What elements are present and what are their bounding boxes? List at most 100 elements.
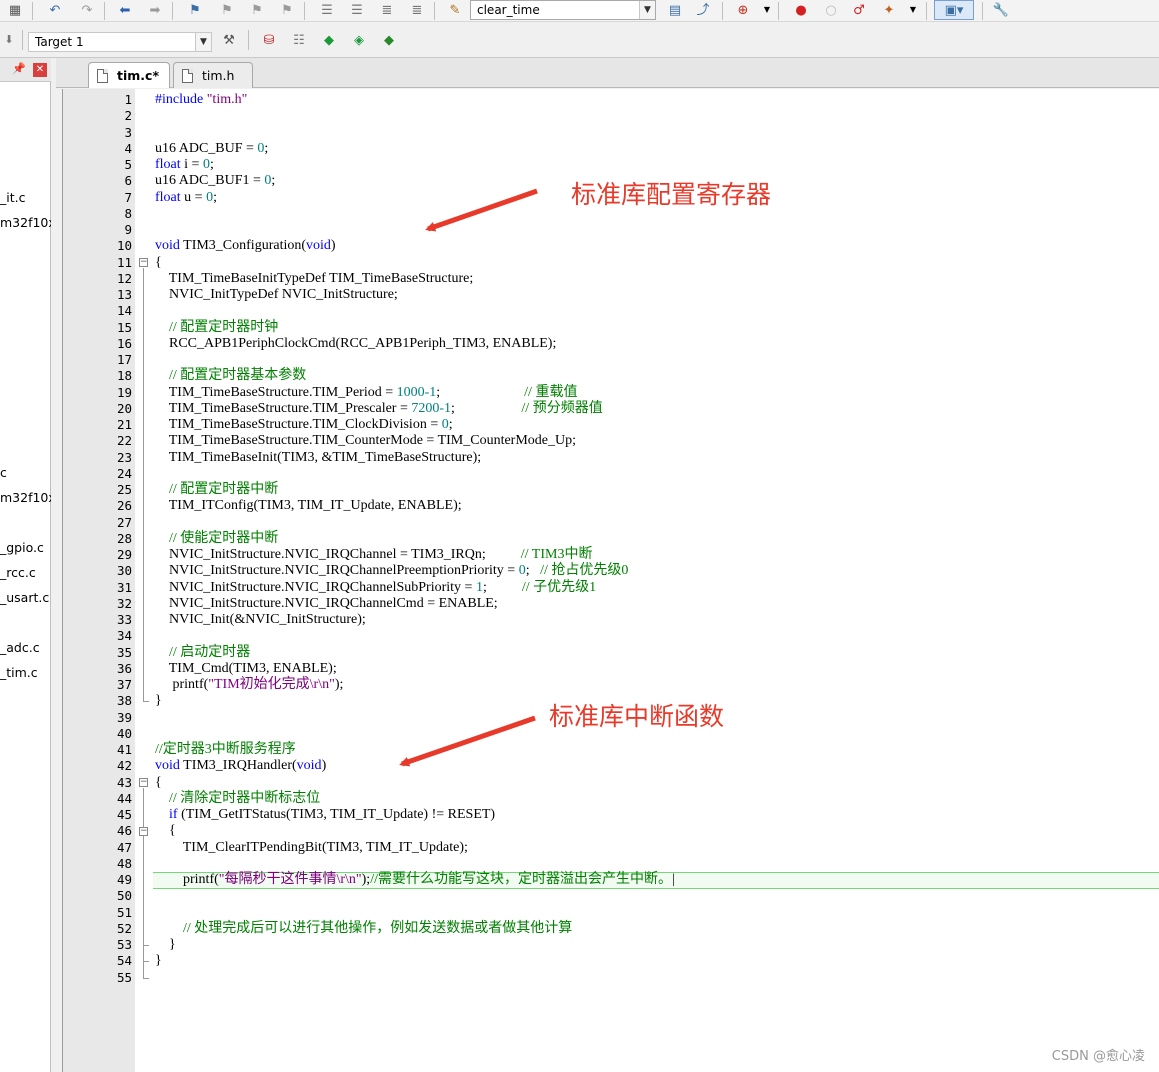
toolbar-separator xyxy=(32,2,33,20)
code-line[interactable]: // 启动定时器 xyxy=(155,645,250,661)
fold-margin: − − − xyxy=(135,89,153,1072)
code-line[interactable]: { xyxy=(155,823,176,839)
save-all-icon[interactable]: ▦ xyxy=(6,1,24,19)
code-line[interactable]: u16 ADC_BUF = 0; xyxy=(155,141,268,157)
project-file-item[interactable]: _adc.c xyxy=(0,640,51,655)
line-number: 34 xyxy=(116,628,132,644)
code-line[interactable]: } xyxy=(155,937,176,953)
fold-toggle-icon[interactable]: − xyxy=(139,258,148,267)
undo-icon[interactable]: ↶ xyxy=(46,1,64,19)
chevron-down-icon[interactable]: ▼ xyxy=(195,33,211,51)
debug-session-icon[interactable]: ⊕ xyxy=(734,1,752,19)
code-line[interactable]: if (TIM_GetITStatus(TIM3, TIM_IT_Update)… xyxy=(155,807,495,823)
code-line[interactable]: printf("每隔秒干这件事情\r\n");//需要什么功能写这块，定时器溢出… xyxy=(155,872,675,888)
project-file-item[interactable]: _usart.c xyxy=(0,590,51,605)
navigate-forward-icon[interactable]: ➡ xyxy=(146,1,164,19)
code-line[interactable]: //定时器3中断服务程序 xyxy=(155,742,296,758)
unindent-icon[interactable]: ☰ xyxy=(348,1,366,19)
navigate-back-icon[interactable]: ⬅ xyxy=(116,1,134,19)
project-file-item[interactable]: _rcc.c xyxy=(0,565,51,580)
code-line[interactable]: NVIC_InitStructure.NVIC_IRQChannelPreemp… xyxy=(155,563,628,579)
code-line[interactable]: TIM_ITConfig(TIM3, TIM_IT_Update, ENABLE… xyxy=(155,498,462,514)
code-line[interactable]: TIM_TimeBaseStructure.TIM_ClockDivision … xyxy=(155,417,453,433)
pack-installer-icon[interactable]: ◈ xyxy=(350,31,368,49)
code-line[interactable]: { xyxy=(155,255,162,271)
function-combo[interactable]: clear_time ▼ xyxy=(470,0,656,20)
code-line[interactable]: u16 ADC_BUF1 = 0; xyxy=(155,173,275,189)
disable-breakpoints-icon[interactable]: ♂ xyxy=(850,1,868,19)
close-icon[interactable]: ✕ xyxy=(33,63,47,77)
project-file-item[interactable]: m32f10x xyxy=(0,490,51,505)
next-bookmark-icon[interactable]: ⚑ xyxy=(248,1,266,19)
target-options-icon[interactable]: ⚒ xyxy=(220,31,238,49)
code-token: 1000-1 xyxy=(396,384,437,400)
insert-breakpoint-icon[interactable]: ● xyxy=(792,1,810,19)
project-file-item[interactable]: m32f10x xyxy=(0,215,51,230)
code-line[interactable]: RCC_APB1PeriphClockCmd(RCC_APB1Periph_TI… xyxy=(155,336,556,352)
previous-bookmark-icon[interactable]: ⚑ xyxy=(218,1,236,19)
configure-icon[interactable]: 🔧 xyxy=(992,1,1010,19)
code-line[interactable]: TIM_TimeBaseStructure.TIM_Period = 1000-… xyxy=(155,384,578,401)
code-line[interactable]: // 处理完成后可以进行其他操作，例如发送数据或者做其他计算 xyxy=(155,921,572,937)
pin-icon[interactable]: 📌 xyxy=(12,62,26,75)
fold-toggle-icon[interactable]: − xyxy=(139,778,148,787)
kill-breakpoints-icon[interactable]: ✦ xyxy=(880,1,898,19)
code-line[interactable]: TIM_TimeBaseStructure.TIM_Prescaler = 72… xyxy=(155,401,603,417)
code-line[interactable]: #include "tim.h" xyxy=(155,92,247,108)
download-icon[interactable]: ⬇ xyxy=(0,30,18,48)
manage-multi-project-icon[interactable]: ☷ xyxy=(290,31,308,49)
code-line[interactable]: } xyxy=(155,953,162,969)
code-line[interactable]: void TIM3_IRQHandler(void) xyxy=(155,758,326,774)
code-line[interactable]: void TIM3_Configuration(void) xyxy=(155,238,336,254)
enable-breakpoint-icon[interactable]: ○ xyxy=(822,1,840,19)
code-line[interactable]: TIM_Cmd(TIM3, ENABLE); xyxy=(155,661,337,677)
code-line[interactable]: TIM_TimeBaseInitTypeDef TIM_TimeBaseStru… xyxy=(155,270,474,287)
run-time-environment-icon[interactable]: ◆ xyxy=(380,31,398,49)
code-line[interactable]: NVIC_InitStructure.NVIC_IRQChannelCmd = … xyxy=(155,596,498,612)
fold-toggle-icon[interactable]: − xyxy=(139,826,148,836)
incremental-find-icon[interactable]: ⤴ xyxy=(694,1,712,19)
code-line[interactable]: // 配置定时器基本参数 xyxy=(155,368,306,384)
clear-bookmarks-icon[interactable]: ⚑ xyxy=(278,1,296,19)
tab-tim-h[interactable]: tim.h xyxy=(173,62,253,88)
code-line[interactable]: printf("TIM初始化完成\r\n"); xyxy=(155,677,344,693)
target-combo[interactable]: Target 1 ▼ xyxy=(28,32,212,52)
code-line[interactable]: { xyxy=(155,775,162,791)
code-line[interactable]: float i = 0; xyxy=(155,157,214,173)
code-editor[interactable]: 1 2 3 4 5 6 7 8 9 10 11 12 13 14 15 16 17 18 19 20 21 22 23 24 2… xyxy=(62,89,1159,1072)
project-file-item[interactable]: _gpio.c xyxy=(0,540,51,555)
project-file-item[interactable]: _tim.c xyxy=(0,665,51,680)
code-line[interactable]: TIM_TimeBaseStructure.TIM_CounterMode = … xyxy=(155,433,576,449)
uncomment-selection-icon[interactable]: ≣ xyxy=(408,1,426,19)
insert-bookmark-icon[interactable]: ⚑ xyxy=(186,1,204,19)
code-token: TIM_TimeBaseInitTypeDef TIM_TimeBaseStru… xyxy=(155,270,474,286)
manage-project-items-icon[interactable]: ⛁ xyxy=(260,31,278,49)
indent-icon[interactable]: ☰ xyxy=(318,1,336,19)
redo-icon[interactable]: ↷ xyxy=(78,1,96,19)
code-line[interactable]: NVIC_Init(&NVIC_InitStructure); xyxy=(155,612,366,628)
code-line[interactable]: float u = 0; xyxy=(155,190,217,206)
code-line[interactable]: // 配置定时器时钟 xyxy=(155,320,278,336)
comment-selection-icon[interactable]: ≣ xyxy=(378,1,396,19)
window-layout-icon[interactable]: ▣▾ xyxy=(934,0,974,20)
code-token: | xyxy=(671,872,675,887)
chevron-down-icon[interactable]: ▼ xyxy=(758,1,776,19)
code-line[interactable]: // 使能定时器中断 xyxy=(155,531,278,547)
code-line[interactable]: NVIC_InitStructure.NVIC_IRQChannelSubPri… xyxy=(155,580,596,596)
code-area[interactable]: #include "tim.h" u16 ADC_BUF = 0; float i … xyxy=(153,89,1159,1072)
chevron-down-icon[interactable]: ▼ xyxy=(904,1,922,19)
code-line[interactable]: NVIC_InitStructure.NVIC_IRQChannel = TIM… xyxy=(155,547,592,563)
code-line[interactable]: NVIC_InitTypeDef NVIC_InitStructure; xyxy=(155,287,398,303)
code-line[interactable]: } xyxy=(155,693,162,709)
code-line[interactable]: TIM_ClearITPendingBit(TIM3, TIM_IT_Updat… xyxy=(155,840,468,856)
code-line[interactable]: // 配置定时器中断 xyxy=(155,482,278,498)
project-file-item[interactable]: _it.c xyxy=(0,190,51,205)
find-in-files-icon[interactable]: ✎ xyxy=(446,1,464,19)
select-packs-icon[interactable]: ◆ xyxy=(320,31,338,49)
code-line[interactable]: // 清除定时器中断标志位 xyxy=(155,791,320,807)
code-line[interactable]: TIM_TimeBaseInit(TIM3, &TIM_TimeBaseStru… xyxy=(155,450,481,466)
find-icon[interactable]: ▤ xyxy=(666,1,684,19)
tab-tim-c[interactable]: tim.c* xyxy=(88,62,170,88)
project-file-item[interactable]: c xyxy=(0,465,51,480)
chevron-down-icon[interactable]: ▼ xyxy=(639,1,655,19)
